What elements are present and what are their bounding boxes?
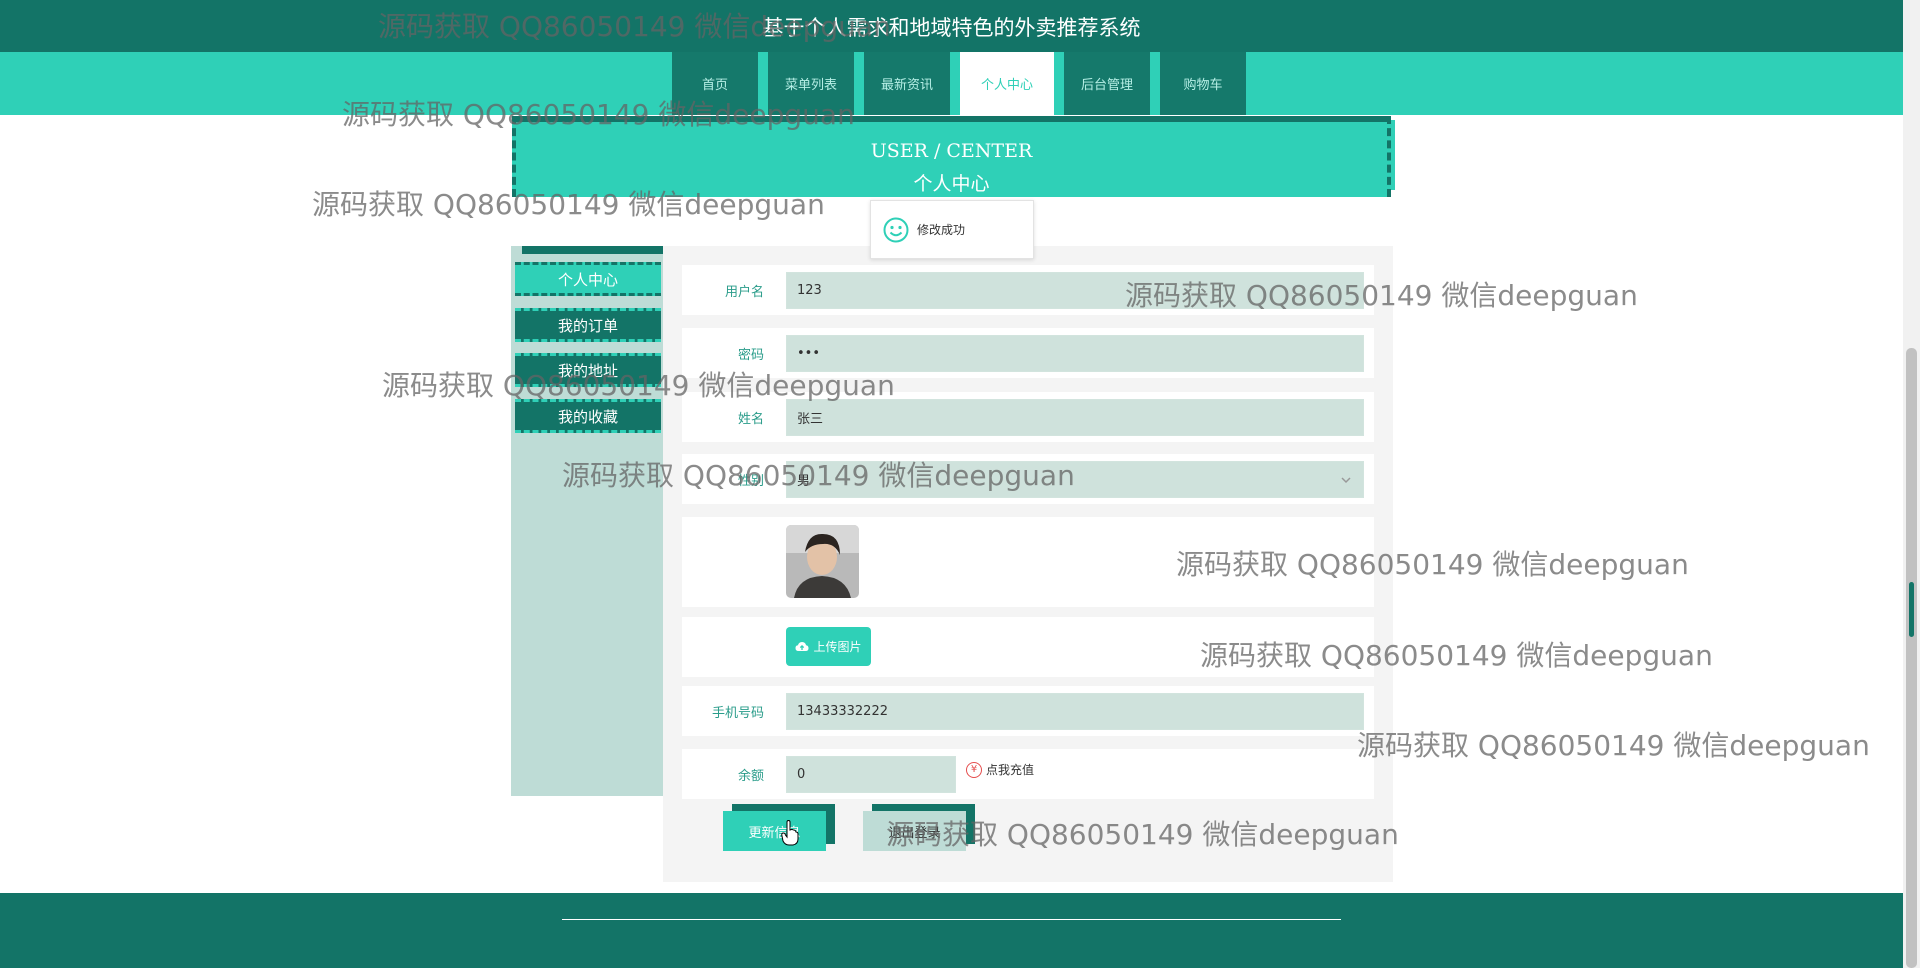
nav-news[interactable]: 最新资讯 [864,52,950,115]
watermark-text: 源码获取 QQ86050149 微信deepguan [378,10,891,43]
watermark-text: 源码获取 QQ86050149 微信deepguan [886,818,1399,851]
nav-admin[interactable]: 后台管理 [1064,52,1150,115]
form-row-phone: 手机号码 13433332222 [682,686,1374,736]
toast-message: 修改成功 [917,223,966,237]
watermark-text: 源码获取 QQ86050149 微信deepguan [342,98,855,131]
password-label: 密码 [737,348,764,363]
update-info-button[interactable]: 更新信息 [723,811,826,851]
recharge-label: 点我充值 [986,763,1035,777]
sidebar-top-bar [522,246,672,254]
watermark-text: 源码获取 QQ86050149 微信deepguan [562,459,1075,492]
phone-label: 手机号码 [711,706,764,721]
sidebar-item-user-center[interactable]: 个人中心 [515,262,661,296]
hand-cursor-icon [781,820,799,846]
avatar [786,525,859,598]
upload-image-label: 上传图片 [813,640,862,654]
scrollbar-mark [1909,582,1914,637]
chevron-down-icon [1341,477,1351,484]
banner-title-en: USER / CENTER [870,140,1033,162]
watermark-text: 源码获取 QQ86050149 微信deepguan [1176,548,1689,581]
balance-label: 余额 [737,769,764,784]
smile-icon [883,217,909,242]
username-label: 用户名 [724,285,764,300]
success-toast: 修改成功 [870,200,1034,259]
sidebar-item-orders[interactable]: 我的订单 [515,308,661,342]
watermark-text: 源码获取 QQ86050149 微信deepguan [382,369,895,402]
nav-user-center[interactable]: 个人中心 [960,52,1054,115]
watermark-text: 源码获取 QQ86050149 微信deepguan [1125,279,1638,312]
upload-image-button[interactable]: 上传图片 [786,627,871,666]
balance-input[interactable]: 0 [786,756,956,793]
footer [0,893,1903,968]
watermark-text: 源码获取 QQ86050149 微信deepguan [1200,639,1713,672]
site-title: 基于个人需求和地域特色的外卖推荐系统 [762,16,1141,40]
watermark-text: 源码获取 QQ86050149 微信deepguan [1357,729,1870,762]
sidebar-item-favorites[interactable]: 我的收藏 [515,399,661,433]
recharge-link[interactable]: ¥ 点我充值 [966,761,1034,778]
phone-input[interactable]: 13433332222 [786,693,1364,730]
scrollbar-thumb[interactable] [1906,348,1917,968]
form-row-balance: 余额 0 ¥ 点我充值 [682,749,1374,799]
footer-divider [562,919,1341,920]
name-input[interactable]: 张三 [786,399,1364,436]
yen-icon: ¥ [966,761,982,778]
watermark-text: 源码获取 QQ86050149 微信deepguan [312,188,825,221]
cloud-upload-icon [795,642,809,651]
name-label: 姓名 [737,412,764,427]
nav-cart[interactable]: 购物车 [1160,52,1246,115]
page-scrollbar[interactable] [1903,0,1920,968]
